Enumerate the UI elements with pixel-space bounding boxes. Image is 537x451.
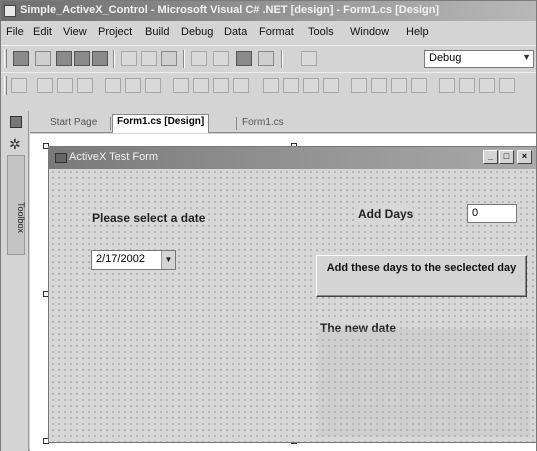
decrease-vertical-spacing-icon[interactable]	[391, 78, 407, 93]
vertical-spacing-icon[interactable]	[351, 78, 367, 93]
close-button[interactable]: ×	[517, 150, 532, 164]
menu-file[interactable]: File	[6, 26, 24, 38]
navigate-forward-icon[interactable]	[258, 51, 274, 66]
decrease-horizontal-spacing-icon[interactable]	[303, 78, 319, 93]
standard-toolbar: Debug ▼	[1, 45, 536, 71]
date-picker[interactable]: 2/17/2002 ▼	[91, 250, 176, 270]
paste-icon[interactable]	[161, 51, 177, 66]
align-centers-icon[interactable]	[57, 78, 73, 93]
tab-separator	[236, 117, 237, 130]
align-lefts-icon[interactable]	[37, 78, 53, 93]
minimize-button[interactable]: _	[483, 150, 498, 164]
chevron-down-icon: ▼	[522, 52, 531, 62]
solution-configuration-value: Debug	[429, 52, 462, 64]
toolbox-icon[interactable]: ✲	[9, 136, 21, 153]
toolbox-tab[interactable]: Toolbox	[7, 155, 26, 255]
horizontal-spacing-icon[interactable]	[263, 78, 279, 93]
make-same-height-icon[interactable]	[193, 78, 209, 93]
add-days-input[interactable]: 0	[467, 204, 517, 223]
copy-icon[interactable]	[141, 51, 157, 66]
toolbox-panel: ✲ Toolbox	[1, 111, 29, 451]
maximize-button[interactable]: □	[499, 150, 514, 164]
redo-icon[interactable]	[213, 51, 229, 66]
result-area	[318, 329, 530, 437]
align-bottoms-icon[interactable]	[145, 78, 161, 93]
tab-form1-code[interactable]: Form1.cs	[238, 116, 288, 132]
menu-window[interactable]: Window	[350, 26, 389, 38]
add-days-button[interactable]: Add these days to the seclected day	[316, 255, 527, 297]
ide-window: Simple_ActiveX_Control - Microsoft Visua…	[0, 0, 537, 451]
menu-build[interactable]: Build	[145, 26, 169, 38]
form-icon	[55, 153, 67, 163]
menu-view[interactable]: View	[63, 26, 87, 38]
add-days-value: 0	[472, 207, 479, 219]
remove-vertical-spacing-icon[interactable]	[411, 78, 427, 93]
toolbar-separator	[183, 50, 185, 68]
add-item-icon[interactable]	[35, 51, 51, 66]
toolbar-separator	[281, 50, 283, 68]
tab-form1-design[interactable]: Form1.cs [Design]	[112, 114, 210, 133]
chevron-down-icon[interactable]: ▼	[161, 251, 175, 269]
size-to-grid-icon[interactable]	[233, 78, 249, 93]
window-title: Simple_ActiveX_Control - Microsoft Visua…	[20, 4, 440, 16]
center-horizontally-icon[interactable]	[439, 78, 455, 93]
toolbar-separator	[113, 50, 115, 68]
navigate-back-icon[interactable]	[236, 51, 252, 66]
toolbar-grip[interactable]	[4, 49, 7, 68]
menu-data[interactable]: Data	[224, 26, 247, 38]
menu-format[interactable]: Format	[259, 26, 294, 38]
menu-help[interactable]: Help	[406, 26, 429, 38]
open-file-icon[interactable]	[56, 51, 72, 66]
tab-start-page[interactable]: Start Page	[46, 116, 101, 132]
save-icon[interactable]	[74, 51, 90, 66]
form-client-area[interactable]: Please select a date Add Days The new da…	[50, 169, 535, 442]
align-tops-icon[interactable]	[105, 78, 121, 93]
solution-configuration-select[interactable]: Debug ▼	[424, 50, 534, 68]
add-days-label[interactable]: Add Days	[358, 207, 414, 221]
menu-debug[interactable]: Debug	[181, 26, 213, 38]
date-picker-value: 2/17/2002	[96, 253, 145, 265]
menu-edit[interactable]: Edit	[33, 26, 52, 38]
select-date-label[interactable]: Please select a date	[92, 211, 206, 225]
tab-separator	[110, 117, 111, 130]
undo-icon[interactable]	[191, 51, 207, 66]
server-explorer-icon[interactable]	[10, 116, 22, 128]
menu-bar: File Edit View Project Build Debug Data …	[1, 22, 536, 44]
layout-toolbar	[1, 72, 536, 98]
start-debug-icon[interactable]	[301, 51, 317, 66]
toolbox-label: Toolbox	[16, 202, 26, 234]
center-vertically-icon[interactable]	[459, 78, 475, 93]
title-bar: Simple_ActiveX_Control - Microsoft Visua…	[1, 1, 536, 21]
form-title-bar[interactable]: ActiveX Test Form _ □ ×	[49, 147, 536, 169]
document-tabs: Start Page Form1.cs [Design] Form1.cs	[30, 111, 536, 133]
new-project-icon[interactable]	[13, 51, 29, 66]
remove-horizontal-spacing-icon[interactable]	[323, 78, 339, 93]
save-all-icon[interactable]	[92, 51, 108, 66]
form-title: ActiveX Test Form	[69, 151, 159, 163]
make-same-width-icon[interactable]	[173, 78, 189, 93]
toolbar-grip[interactable]	[4, 76, 7, 95]
cut-icon[interactable]	[121, 51, 137, 66]
app-icon	[4, 5, 16, 17]
increase-vertical-spacing-icon[interactable]	[371, 78, 387, 93]
align-rights-icon[interactable]	[77, 78, 93, 93]
make-same-size-icon[interactable]	[213, 78, 229, 93]
bring-to-front-icon[interactable]	[479, 78, 495, 93]
increase-horizontal-spacing-icon[interactable]	[283, 78, 299, 93]
send-to-back-icon[interactable]	[499, 78, 515, 93]
add-days-button-label: Add these days to the seclected day	[326, 262, 517, 274]
menu-tools[interactable]: Tools	[308, 26, 334, 38]
align-middles-icon[interactable]	[125, 78, 141, 93]
menu-project[interactable]: Project	[98, 26, 132, 38]
align-to-grid-icon[interactable]	[11, 78, 27, 93]
